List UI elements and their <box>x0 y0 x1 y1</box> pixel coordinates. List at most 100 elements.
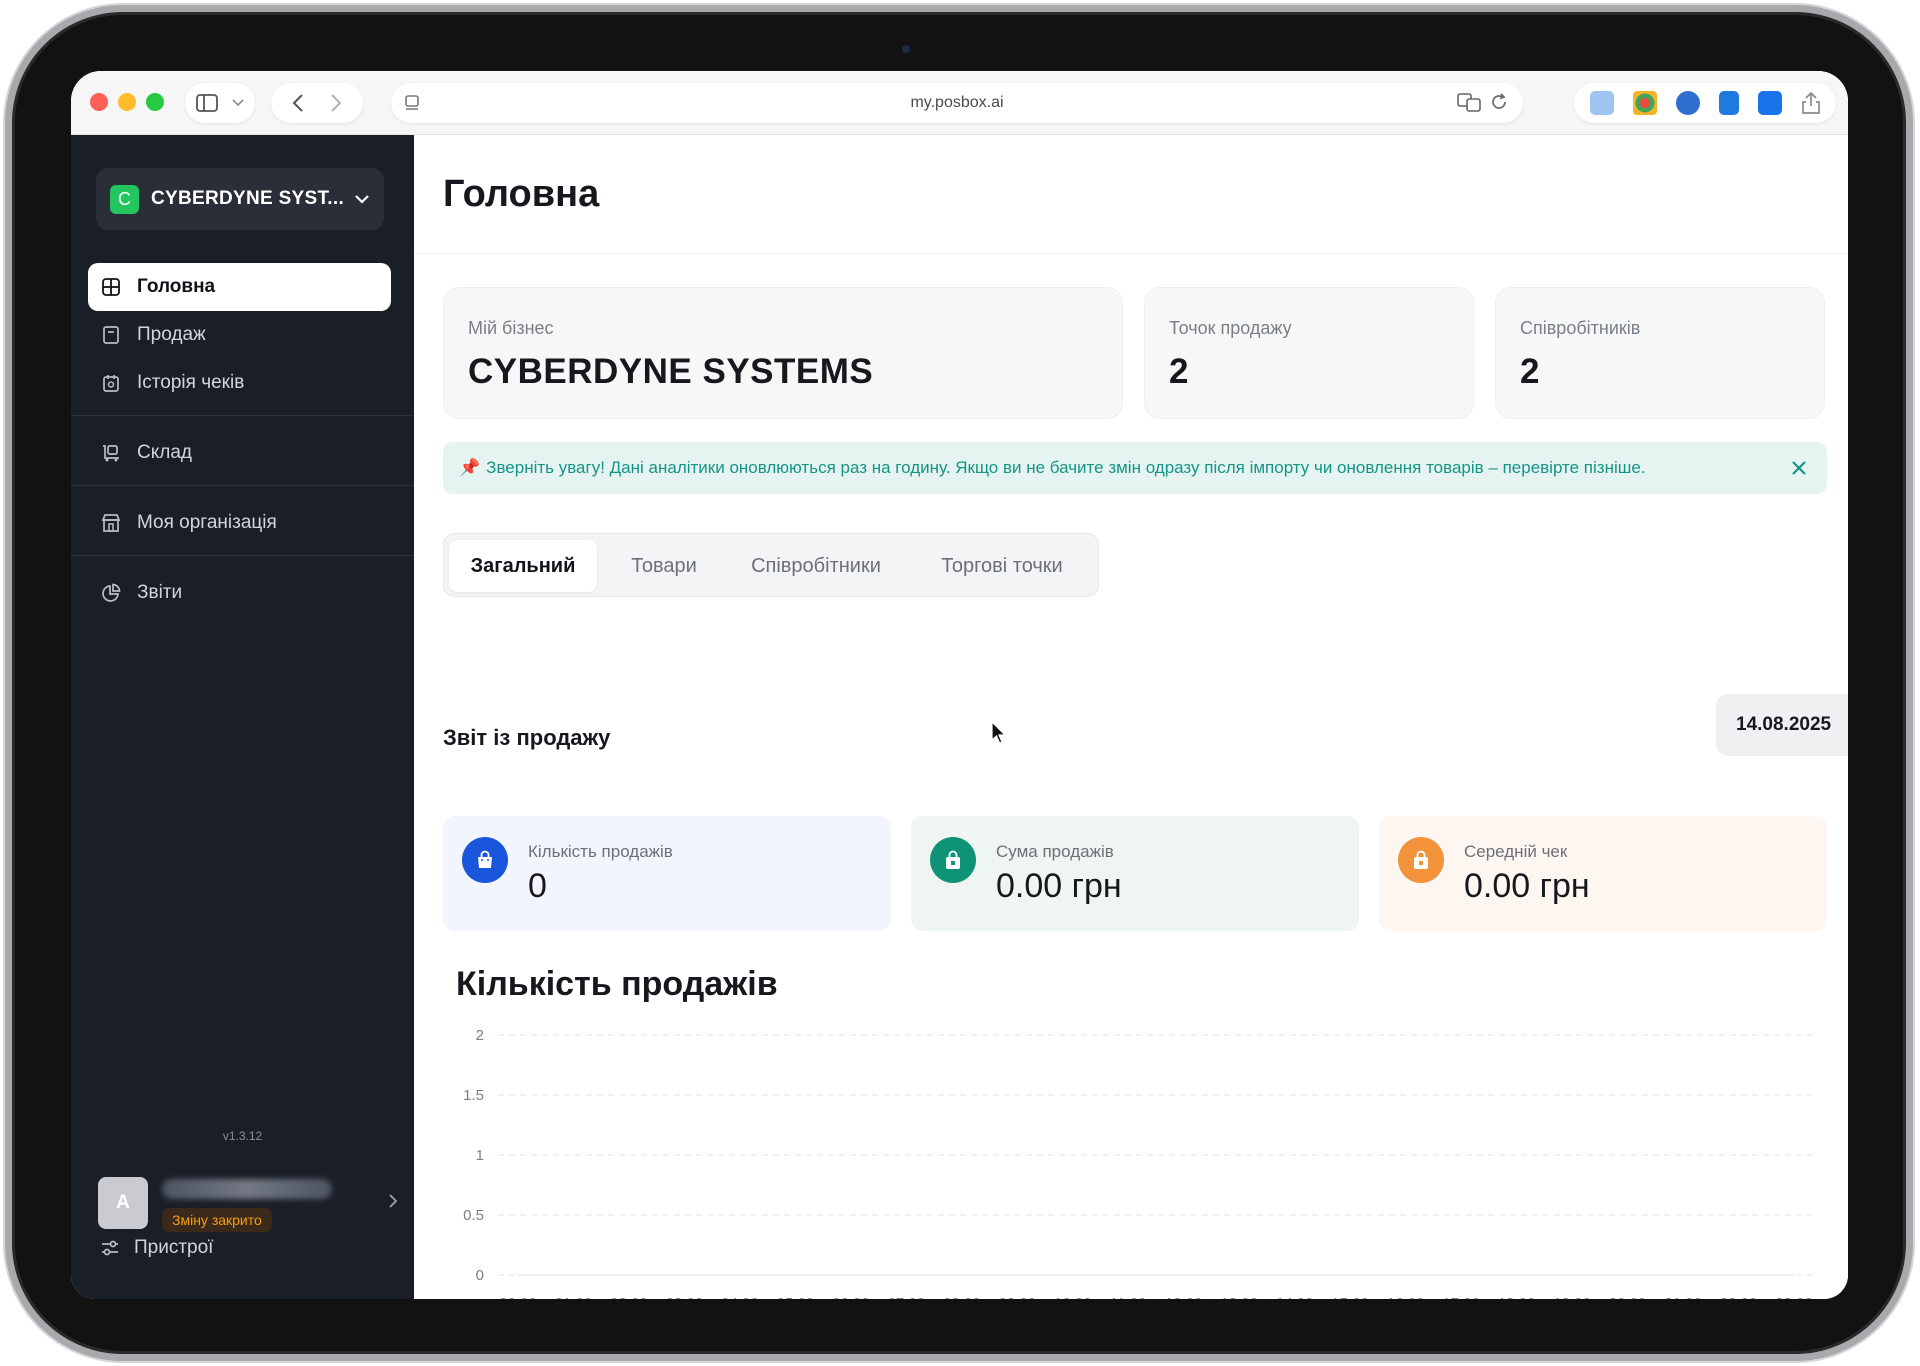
tabs-extension-icon[interactable] <box>1589 91 1614 115</box>
sidebar-item-home[interactable]: Головна <box>88 263 391 311</box>
x-tick-label: 16:00 <box>1387 1295 1425 1299</box>
x-tick-label: 15:00 <box>1331 1295 1369 1299</box>
business-card-label: Мій бізнес <box>468 318 554 338</box>
translate-extension-icon[interactable] <box>1757 91 1782 115</box>
x-tick-label: 01:00 <box>555 1295 593 1299</box>
x-tick-label: 10:00 <box>1054 1295 1092 1299</box>
devices-button[interactable]: Пристрої <box>100 1237 213 1259</box>
x-tick-label: 19:00 <box>1553 1295 1591 1299</box>
kpi-value: 0 <box>528 867 547 905</box>
back-arrow-icon[interactable] <box>292 93 304 113</box>
y-tick-label: 2 <box>476 1027 484 1044</box>
sidebar-item-label: Головна <box>137 276 216 297</box>
employees-label: Співробітників <box>1520 318 1641 338</box>
sidebar-item-label: Звіти <box>137 582 183 603</box>
notice-text: Зверніть увагу! Дані аналітики оновлюють… <box>486 458 1646 477</box>
grid-icon <box>100 276 122 298</box>
address-bar[interactable]: my.posbox.ai <box>391 83 1523 123</box>
sidebar-divider <box>71 555 414 556</box>
sidebar-item-reports[interactable]: Звіти <box>88 569 391 617</box>
y-tick-label: 0 <box>476 1267 484 1284</box>
tab-employees[interactable]: Співробітники <box>726 540 906 592</box>
sidebar: C CYBERDYNE SYST... Головна Продаж Істор… <box>71 135 414 1299</box>
kpi-sales-sum: Сума продажів 0.00 грн <box>911 816 1359 931</box>
share-icon[interactable] <box>1801 91 1821 115</box>
chevron-down-icon <box>232 99 244 107</box>
x-tick-label: 09:00 <box>999 1295 1037 1299</box>
user-profile[interactable]: A Зміну закрито <box>98 1173 398 1235</box>
y-tick-label: 1.5 <box>463 1087 484 1104</box>
business-selector[interactable]: C CYBERDYNE SYST... <box>96 168 384 230</box>
sidebar-item-label: Історія чеків <box>137 372 245 393</box>
calendar-icon <box>100 372 122 394</box>
sales-points-value: 2 <box>1169 352 1189 391</box>
x-tick-label: 17:00 <box>1442 1295 1480 1299</box>
kpi-label: Сума продажів <box>996 842 1114 861</box>
close-window-button[interactable] <box>90 93 108 111</box>
sidebar-toggle-button[interactable] <box>185 83 255 123</box>
register-icon <box>100 324 122 346</box>
extensions-bar <box>1574 83 1836 123</box>
x-tick-label: 05:00 <box>777 1295 815 1299</box>
header-divider <box>414 253 1848 254</box>
history-nav <box>271 83 363 123</box>
main-content: Головна Мій бізнес CYBERDYNE SYSTEMS Точ… <box>414 135 1848 1299</box>
x-tick-label: 20:00 <box>1609 1295 1647 1299</box>
sidebar-item-receipt-history[interactable]: Історія чеків <box>88 359 391 407</box>
employees-card: Співробітників 2 <box>1495 287 1825 419</box>
kpi-value: 0.00 грн <box>996 867 1122 905</box>
sales-report-title: Звіт із продажу <box>443 725 611 750</box>
mouse-cursor-icon <box>991 721 1006 744</box>
x-tick-label: 03:00 <box>666 1295 704 1299</box>
business-card-value: CYBERDYNE SYSTEMS <box>468 352 874 391</box>
user-name-redacted <box>162 1179 332 1199</box>
x-tick-label: 06:00 <box>832 1295 870 1299</box>
business-badge: C <box>110 184 139 214</box>
x-tick-label: 08:00 <box>943 1295 981 1299</box>
sidebar-item-label: Склад <box>137 442 192 463</box>
sidebar-item-warehouse[interactable]: Склад <box>88 429 391 477</box>
chart-title: Кількість продажів <box>456 965 778 1003</box>
x-tick-label: 00:00 <box>499 1295 537 1299</box>
business-card: Мій бізнес CYBERDYNE SYSTEMS <box>443 287 1123 419</box>
reload-icon[interactable] <box>1489 92 1509 112</box>
shopping-bag-icon <box>462 837 508 883</box>
analytics-notice: 📌 Зверніть увагу! Дані аналітики оновлюю… <box>443 442 1827 494</box>
employees-value: 2 <box>1520 352 1540 391</box>
x-tick-label: 14:00 <box>1276 1295 1314 1299</box>
kpi-label: Середній чек <box>1464 842 1568 861</box>
business-name: CYBERDYNE SYST... <box>151 188 345 209</box>
x-tick-label: 21:00 <box>1664 1295 1702 1299</box>
translate-icon[interactable] <box>1457 92 1481 112</box>
sales-points-card: Точок продажу 2 <box>1144 287 1474 419</box>
minimize-window-button[interactable] <box>118 93 136 111</box>
forward-arrow-icon[interactable] <box>330 93 342 113</box>
kpi-average-check: Середній чек 0.00 грн <box>1379 816 1827 931</box>
sales-count-chart: 0 0.5 1 1.5 2 00:00 01:00 02:00 03:00 04:00 05:00 0… <box>463 1027 1814 1299</box>
sidebar-item-sales[interactable]: Продаж <box>88 311 391 359</box>
close-icon[interactable] <box>1789 458 1809 478</box>
x-tick-label: 13:00 <box>1220 1295 1258 1299</box>
page-title: Головна <box>443 173 600 215</box>
document-extension-icon[interactable] <box>1718 91 1739 115</box>
extension-blue-icon[interactable] <box>1675 91 1700 115</box>
sidebar-divider <box>71 415 414 416</box>
url-text: my.posbox.ai <box>910 94 1004 111</box>
sidebar-icon <box>196 94 218 112</box>
apps-grid-icon[interactable] <box>1632 91 1657 115</box>
browser-toolbar: my.posbox.ai <box>71 71 1848 135</box>
y-tick-label: 0.5 <box>463 1207 484 1224</box>
x-tick-label: 02:00 <box>610 1295 648 1299</box>
tab-products[interactable]: Товари <box>609 540 719 592</box>
camera-dot <box>902 45 910 53</box>
date-picker[interactable]: 14.08.2025 <box>1716 694 1848 756</box>
sidebar-item-organization[interactable]: Моя організація <box>88 499 391 547</box>
x-tick-label: 11:00 <box>1110 1295 1146 1299</box>
sidebar-item-label: Моя організація <box>137 512 277 533</box>
maximize-window-button[interactable] <box>146 93 164 111</box>
pin-icon: 📌 <box>459 458 481 477</box>
tab-general[interactable]: Загальний <box>449 540 597 592</box>
x-tick-label: 23:00 <box>1775 1295 1813 1299</box>
pie-chart-icon <box>100 582 122 604</box>
tab-sales-points[interactable]: Торгові точки <box>912 540 1092 592</box>
